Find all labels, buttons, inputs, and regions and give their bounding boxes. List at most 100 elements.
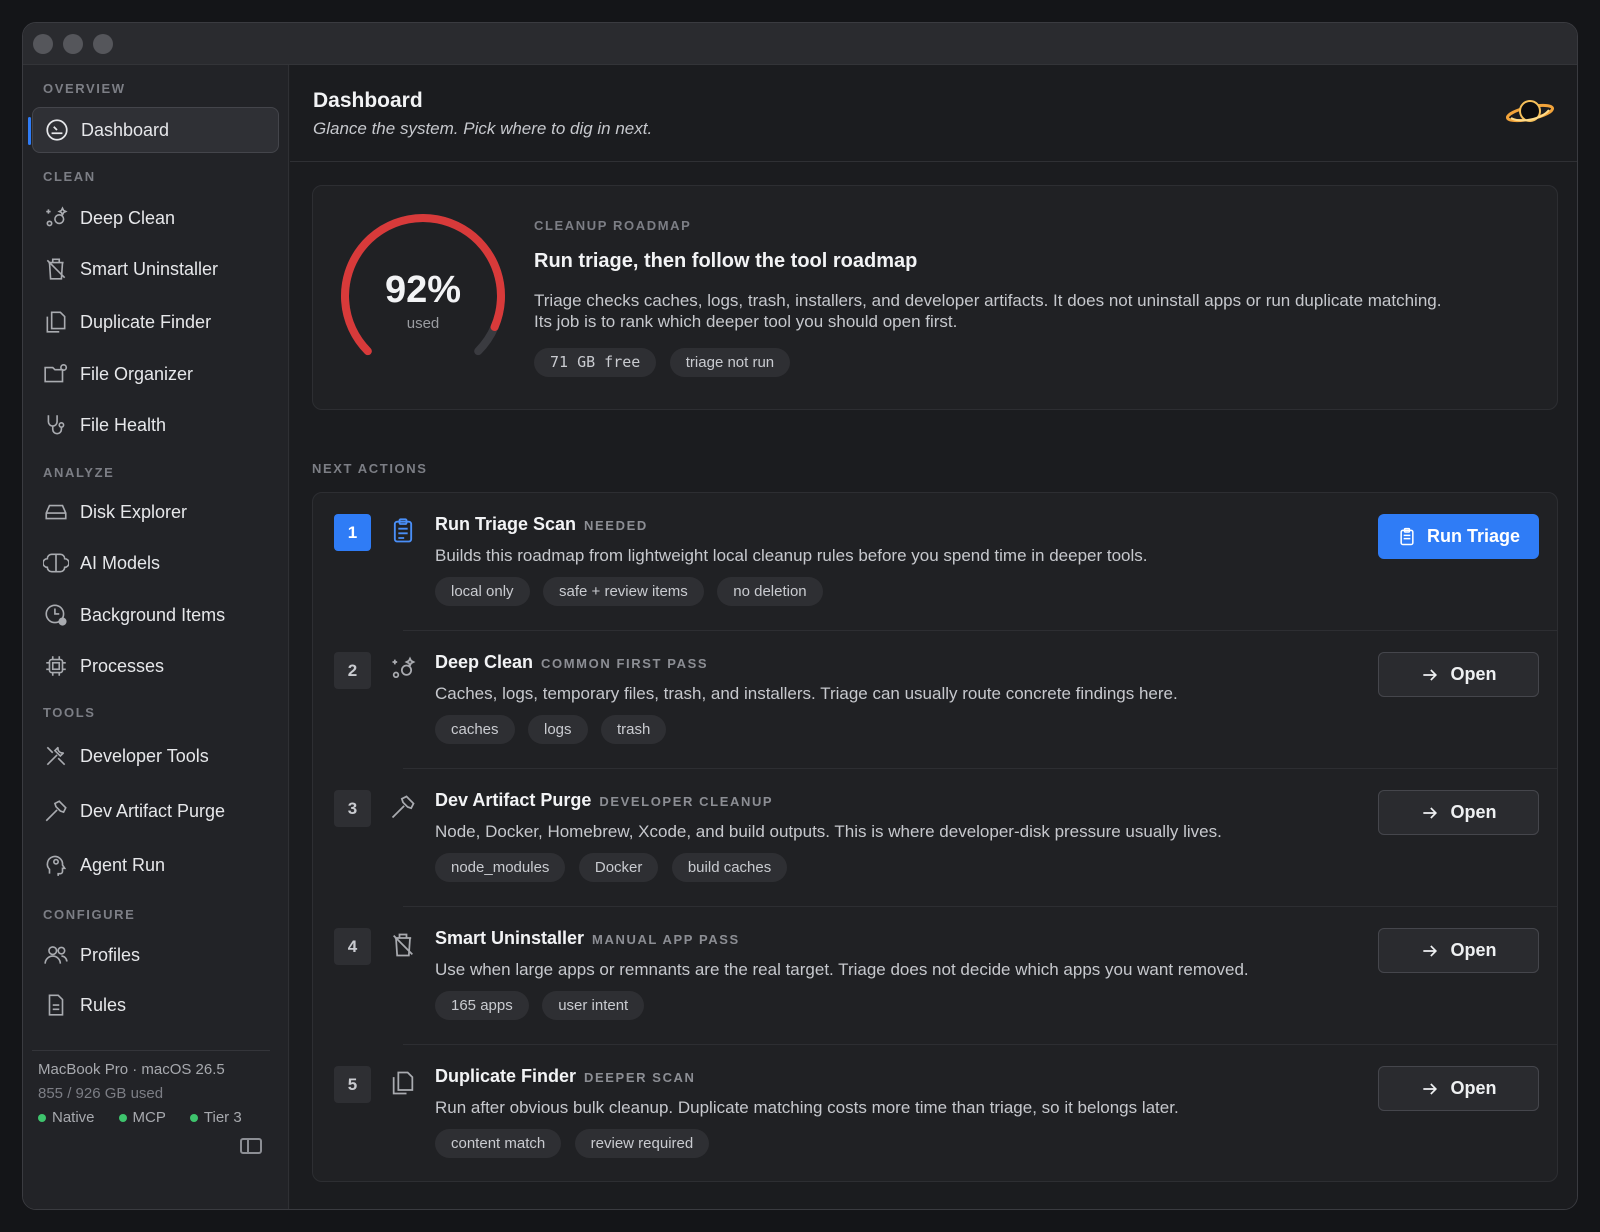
document-icon (48, 994, 64, 1016)
sidebar-item-label: Deep Clean (80, 207, 176, 228)
brain-icon (43, 553, 69, 573)
sidebar-item-profiles[interactable]: Profiles (32, 932, 279, 978)
main-content: Dashboard Glance the system. Pick where … (290, 65, 1577, 1209)
section-analyze: ANALYZE (43, 465, 115, 480)
action-title: Duplicate Finder DEEPER SCAN (435, 1066, 696, 1086)
action-tag: DEEPER SCAN (584, 1070, 696, 1085)
hammer-icon (391, 795, 415, 819)
open-deep-clean-button[interactable]: Open (1378, 652, 1539, 697)
action-pills: caches logs trash (435, 715, 675, 744)
close-window-button[interactable] (33, 34, 53, 54)
minimize-window-button[interactable] (63, 34, 83, 54)
sidebar-item-smart-uninstaller[interactable]: Smart Uninstaller (32, 246, 279, 292)
run-triage-button[interactable]: Run Triage (1378, 514, 1539, 559)
disk-usage-gauge: 92% used (341, 213, 505, 356)
sidebar-item-disk-explorer[interactable]: Disk Explorer (32, 489, 279, 535)
open-dev-artifact-purge-button[interactable]: Open (1378, 790, 1539, 835)
app-logo-icon (1505, 100, 1555, 123)
sidebar-item-label: File Health (80, 414, 167, 435)
arrow-right-icon (1423, 806, 1438, 819)
action-pill: build caches (671, 853, 788, 882)
action-pill: 165 apps (435, 991, 529, 1020)
sidebar-item-label: Profiles (80, 944, 141, 965)
sidebar-item-file-health[interactable]: File Health (32, 402, 279, 448)
page-subtitle: Glance the system. Pick where to dig in … (313, 119, 653, 138)
action-row-deep-clean: 2 Deep Clean COMMON FIRST PASS Caches, lo… (313, 631, 1559, 768)
action-pill: user intent (542, 991, 645, 1020)
sidebar-item-dashboard[interactable]: Dashboard (28, 107, 279, 153)
open-duplicate-finder-button[interactable]: Open (1378, 1066, 1539, 1111)
action-description: Use when large apps or remnants are the … (435, 960, 1249, 979)
sparkles-icon (392, 656, 416, 679)
sidebar-divider (32, 1050, 270, 1051)
section-tools: TOOLS (43, 705, 96, 720)
sidebar-item-label: Dev Artifact Purge (80, 800, 226, 821)
next-actions-label: NEXT ACTIONS (312, 461, 428, 476)
gauge-value: 92% (385, 269, 461, 311)
action-pills: local only safe + review items no deleti… (435, 577, 832, 606)
step-number: 4 (334, 928, 371, 965)
action-title: Dev Artifact Purge DEVELOPER CLEANUP (435, 790, 774, 810)
sidebar-item-label: File Organizer (80, 363, 194, 384)
action-pill: logs (527, 715, 588, 744)
drive-icon (45, 504, 67, 520)
stethoscope-icon (47, 415, 65, 435)
sidebar-item-processes[interactable]: Processes (32, 643, 279, 689)
page-header: Dashboard Glance the system. Pick where … (290, 65, 1577, 162)
sidebar-item-rules[interactable]: Rules (32, 982, 279, 1028)
sidebar-item-label: AI Models (80, 552, 161, 573)
disk-usage-info: 855 / 926 GB used (38, 1085, 164, 1102)
status-tier: Tier 3 (189, 1109, 242, 1126)
action-row-duplicate-finder: 5 Duplicate Finder DEEPER SCAN Run after … (313, 1045, 1559, 1182)
page-title: Dashboard (313, 89, 423, 112)
arrow-right-icon (1423, 668, 1438, 681)
sidebar-item-ai-models[interactable]: AI Models (32, 540, 279, 586)
action-pill: no deletion (717, 577, 823, 606)
action-title: Run Triage Scan NEEDED (435, 514, 648, 534)
sidebar-item-agent-run[interactable]: Agent Run (32, 842, 279, 888)
action-row-smart-uninstaller: 4 Smart Uninstaller MANUAL APP PASS Use w… (313, 907, 1559, 1044)
sidebar-item-label: Processes (80, 655, 165, 676)
trash-icon (46, 258, 66, 280)
next-actions-list: 1 Run Triage Scan NEEDED Builds this road… (312, 492, 1558, 1182)
sidebar-item-label: Background Items (80, 604, 226, 625)
status-mcp: MCP (118, 1109, 166, 1126)
step-number: 3 (334, 790, 371, 827)
roadmap-eyebrow: CLEANUP ROADMAP (534, 218, 692, 233)
sidebar-item-duplicate-finder[interactable]: Duplicate Finder (32, 299, 279, 345)
sidebar-item-label: Smart Uninstaller (80, 258, 219, 279)
status-native: Native (38, 1109, 95, 1126)
sidebar-item-developer-tools[interactable]: Developer Tools (32, 733, 279, 779)
people-icon (44, 946, 68, 964)
open-smart-uninstaller-button[interactable]: Open (1378, 928, 1539, 973)
zoom-window-button[interactable] (93, 34, 113, 54)
section-configure: CONFIGURE (43, 907, 136, 922)
action-pill: Docker (578, 853, 659, 882)
section-overview: OVERVIEW (43, 81, 126, 96)
action-title: Deep Clean COMMON FIRST PASS (435, 652, 709, 672)
roadmap-description-line1: Triage checks caches, logs, trash, insta… (534, 291, 1442, 310)
sidebar-item-file-organizer[interactable]: File Organizer (32, 351, 279, 397)
step-number: 1 (334, 514, 371, 551)
arrow-right-icon (1423, 1082, 1438, 1095)
action-pills: 165 apps user intent (435, 991, 653, 1020)
sidebar-item-background-items[interactable]: Background Items (32, 592, 279, 638)
gauge-icon (46, 119, 68, 141)
step-number: 5 (334, 1066, 371, 1103)
action-description: Builds this roadmap from lightweight loc… (435, 546, 1148, 565)
sidebar-item-dev-artifact-purge[interactable]: Dev Artifact Purge (32, 788, 279, 834)
action-description: Run after obvious bulk cleanup. Duplicat… (435, 1098, 1179, 1117)
triage-status-pill: triage not run (669, 348, 791, 377)
toggle-sidebar-icon[interactable] (240, 1138, 262, 1154)
free-space-pill: 71 GB free (534, 348, 657, 377)
cleanup-roadmap-card: 92% used CLEANUP ROADMAP Run triage, the… (312, 185, 1558, 410)
sidebar-item-deep-clean[interactable]: Deep Clean (32, 195, 279, 241)
agent-head-icon (46, 855, 67, 876)
sidebar-item-label: Rules (80, 994, 127, 1015)
trash-icon (393, 933, 413, 957)
documents-icon (392, 1071, 414, 1095)
sidebar-item-label: Duplicate Finder (80, 311, 212, 332)
sparkles-icon (46, 206, 68, 227)
hammer-icon (45, 800, 67, 822)
arrow-right-icon (1423, 944, 1438, 957)
